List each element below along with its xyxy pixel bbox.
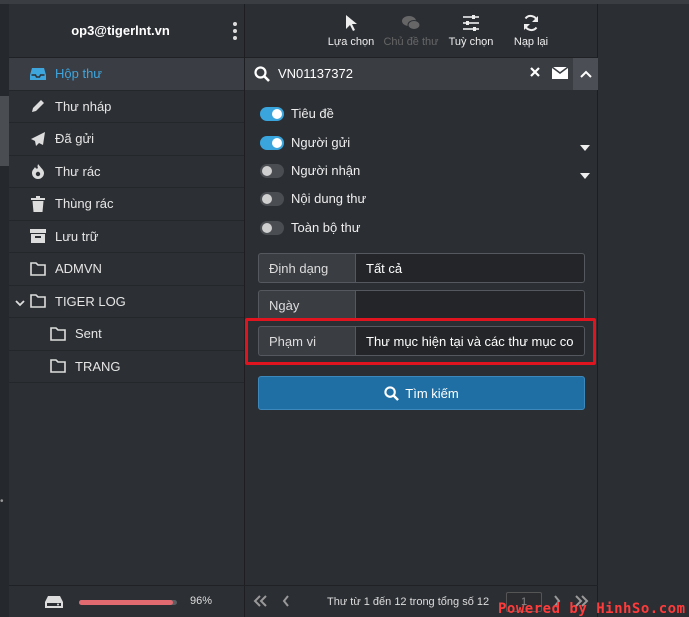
entire-message-toggle[interactable] xyxy=(260,220,284,235)
folder-icon xyxy=(49,326,67,342)
type-field: Định dạng Tất cả xyxy=(258,253,585,283)
option-label: Tiêu đề xyxy=(291,106,334,121)
sidebar: op3@tigerlnt.vn Hộp thư Thư nháp Đã gửi … xyxy=(9,4,245,617)
left-edge-highlight xyxy=(0,96,9,166)
option-label: Toàn bộ thư xyxy=(291,220,361,235)
account-email: op3@tigerlnt.vn xyxy=(71,23,170,38)
recipient-toggle[interactable] xyxy=(260,163,284,178)
folder-label: Hộp thư xyxy=(55,66,103,82)
folder-spam[interactable]: Thư rác xyxy=(9,156,244,188)
fire-icon xyxy=(29,163,47,180)
type-select[interactable]: Tất cả xyxy=(355,253,585,283)
options-button[interactable]: Tuỳ chọn xyxy=(441,4,501,57)
account-header: op3@tigerlnt.vn xyxy=(9,4,244,58)
date-label: Ngày xyxy=(258,290,355,320)
envelope-icon[interactable] xyxy=(551,66,569,82)
highlight-box xyxy=(245,318,596,365)
date-select[interactable] xyxy=(355,290,585,320)
prev-page-icon[interactable] xyxy=(282,595,290,610)
inbox-icon xyxy=(29,66,47,82)
quota-bar-fill xyxy=(79,600,174,605)
pager-status: Thư từ 1 đến 12 trong tổng số 12 xyxy=(327,596,490,608)
option-subject[interactable]: Tiêu đề xyxy=(260,106,580,121)
chevron-down-icon[interactable] xyxy=(15,296,25,306)
option-recipient[interactable]: Người nhận xyxy=(260,163,590,179)
quota-percent: 96% xyxy=(190,595,213,607)
folder-label: Sent xyxy=(75,326,102,342)
folder-tiger-log-sent[interactable]: Sent xyxy=(9,318,244,351)
clear-search-icon[interactable] xyxy=(529,66,541,81)
watermark: Powered by HinhSo.com xyxy=(498,601,686,617)
trash-icon xyxy=(29,195,47,212)
subject-toggle[interactable] xyxy=(260,106,284,121)
search-button[interactable]: Tìm kiếm xyxy=(258,376,585,410)
comments-icon xyxy=(402,15,421,30)
folder-label: ADMVN xyxy=(55,261,102,277)
folder-label: Lưu trữ xyxy=(55,228,99,244)
collapse-chevron-up-icon[interactable] xyxy=(573,58,598,90)
option-sender[interactable]: Người gửi xyxy=(260,135,590,151)
option-label: Người gửi xyxy=(291,135,351,150)
folder-tiger-log-trang[interactable]: TRANG xyxy=(9,351,244,383)
quota-footer: 96% xyxy=(9,585,245,617)
hard-drive-icon xyxy=(45,596,63,611)
option-entire-message[interactable]: Toàn bộ thư xyxy=(260,220,580,235)
type-label: Định dạng xyxy=(258,253,355,283)
folder-sent[interactable]: Đã gửi xyxy=(9,123,244,156)
folder-label: TRANG xyxy=(75,358,121,374)
search-input[interactable]: VN01137372 xyxy=(278,66,353,81)
option-label: Người nhận xyxy=(291,163,361,178)
option-label: Nội dung thư xyxy=(291,191,367,206)
search-panel: Lựa chọn Chủ đề thư Tuỳ chọn Nạp lại VN0… xyxy=(245,4,598,617)
folder-drafts[interactable]: Thư nháp xyxy=(9,91,244,123)
quota-bar xyxy=(79,600,177,605)
folder-icon xyxy=(49,358,67,374)
left-edge-panel: • xyxy=(0,4,9,617)
folder-inbox[interactable]: Hộp thư xyxy=(9,58,244,91)
pencil-icon xyxy=(29,98,47,114)
search-button-label: Tìm kiếm xyxy=(405,385,459,401)
sliders-icon xyxy=(463,14,479,31)
search-icon xyxy=(384,385,400,401)
options-label: Tuỳ chọn xyxy=(448,35,494,48)
thread-button[interactable]: Chủ đề thư xyxy=(381,4,441,57)
message-preview-pane xyxy=(598,4,689,617)
thread-label: Chủ đề thư xyxy=(383,35,439,48)
left-edge-marker: • xyxy=(0,496,4,507)
refresh-label: Nạp lại xyxy=(513,35,549,48)
refresh-icon xyxy=(524,14,538,31)
select-label: Lựa chọn xyxy=(327,35,375,48)
date-field: Ngày xyxy=(258,290,585,320)
folder-tiger-log[interactable]: TIGER LOG xyxy=(9,286,244,318)
toolbar: Lựa chọn Chủ đề thư Tuỳ chọn Nạp lại xyxy=(245,4,597,58)
search-bar: VN01137372 xyxy=(245,58,598,90)
folder-archive[interactable]: Lưu trữ xyxy=(9,221,244,253)
archive-icon xyxy=(29,228,47,244)
account-menu-icon[interactable] xyxy=(232,22,238,40)
folder-icon xyxy=(29,293,47,309)
body-toggle[interactable] xyxy=(260,191,284,206)
folder-icon xyxy=(29,261,47,277)
refresh-button[interactable]: Nạp lại xyxy=(501,4,561,57)
cursor-icon xyxy=(346,14,357,31)
select-button[interactable]: Lựa chọn xyxy=(321,4,381,57)
folder-label: TIGER LOG xyxy=(55,293,126,309)
folder-label: Thư rác xyxy=(55,163,101,179)
folder-trash[interactable]: Thùng rác xyxy=(9,188,244,221)
folder-label: Thùng rác xyxy=(55,196,114,212)
folder-admvn[interactable]: ADMVN xyxy=(9,253,244,286)
caret-down-icon[interactable] xyxy=(580,167,590,182)
search-icon xyxy=(254,66,270,85)
first-page-icon[interactable] xyxy=(253,595,267,610)
paper-plane-icon xyxy=(29,131,47,147)
sender-toggle[interactable] xyxy=(260,135,284,150)
option-body[interactable]: Nội dung thư xyxy=(260,191,580,206)
caret-down-icon[interactable] xyxy=(580,139,590,154)
folder-label: Đã gửi xyxy=(55,131,95,147)
folder-label: Thư nháp xyxy=(55,98,112,114)
